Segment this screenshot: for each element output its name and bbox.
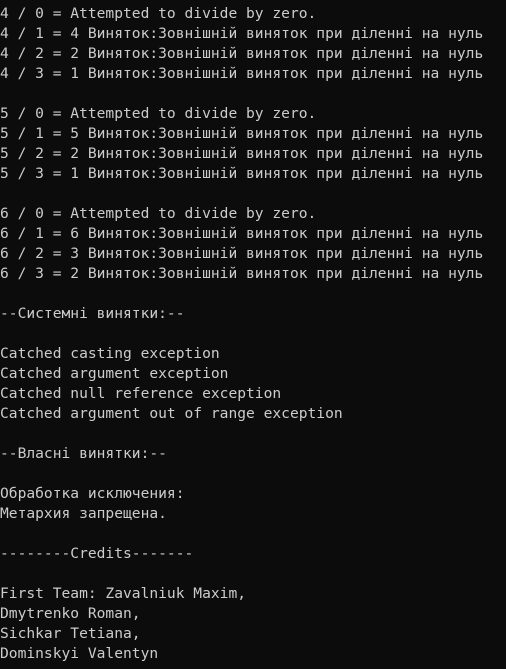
output-line: 4 / 2 = 2 Виняток:Зовнішній виняток при …: [0, 45, 484, 62]
output-line: 5 / 1 = 5 Виняток:Зовнішній виняток при …: [0, 125, 484, 142]
output-line: 5 / 0 = Attempted to divide by zero.: [0, 105, 317, 122]
output-line: 5 / 2 = 2 Виняток:Зовнішній виняток при …: [0, 145, 484, 162]
section-heading-credits: --------Credits-------: [0, 545, 194, 562]
output-line: 6 / 0 = Attempted to divide by zero.: [0, 205, 317, 222]
credits-line: Dominskyi Valentyn: [0, 645, 159, 662]
output-line: Catched null reference exception: [0, 385, 282, 402]
credits-line: First Team: Zavalniuk Maxim,: [0, 585, 247, 602]
console-output: 4 / 0 = Attempted to divide by zero. 4 /…: [0, 4, 506, 664]
output-line: Catched argument exception: [0, 365, 229, 382]
output-line: Обработка исключения:: [0, 485, 185, 502]
output-line: 6 / 3 = 2 Виняток:Зовнішній виняток при …: [0, 265, 484, 282]
output-line: 6 / 2 = 3 Виняток:Зовнішній виняток при …: [0, 245, 484, 262]
output-line: 4 / 1 = 4 Виняток:Зовнішній виняток при …: [0, 25, 484, 42]
section-heading-custom-exceptions: --Власні винятки:--: [0, 445, 167, 462]
output-line: 4 / 0 = Attempted to divide by zero.: [0, 5, 317, 22]
section-heading-system-exceptions: --Системні винятки:--: [0, 305, 185, 322]
output-line: Catched argument out of range exception: [0, 405, 343, 422]
output-line: 6 / 1 = 6 Виняток:Зовнішній виняток при …: [0, 225, 484, 242]
credits-line: Dmytrenko Roman,: [0, 605, 141, 622]
output-line: Catched casting exception: [0, 345, 220, 362]
credits-line: Sichkar Tetiana,: [0, 625, 141, 642]
output-line: 4 / 3 = 1 Виняток:Зовнішній виняток при …: [0, 65, 484, 82]
output-line: 5 / 3 = 1 Виняток:Зовнішній виняток при …: [0, 165, 484, 182]
output-line: Метархия запрещена.: [0, 505, 167, 522]
